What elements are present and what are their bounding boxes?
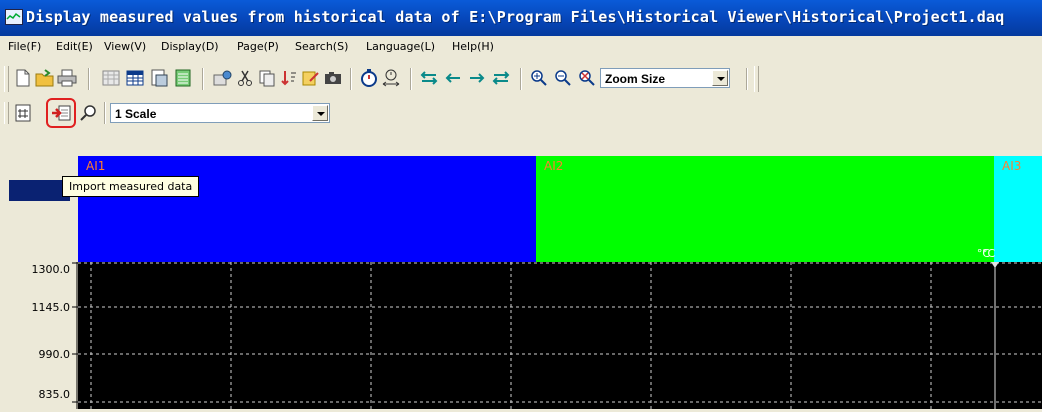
channel-name: AI2 <box>544 159 564 173</box>
menu-bar: File(F) Edit(E) View(V) Display(D) Page(… <box>0 36 1042 59</box>
y-tick-label: 835.0 <box>38 388 71 401</box>
main-toolbar: Zoom Size <box>0 58 1042 99</box>
cursor-marker-icon <box>991 262 999 268</box>
toolbar-separator <box>88 68 90 90</box>
menu-help[interactable]: Help(H) <box>452 40 494 53</box>
zoom-in-icon[interactable] <box>528 67 550 89</box>
camera-icon[interactable] <box>322 67 344 89</box>
plot-area[interactable] <box>78 262 1042 409</box>
channel-name: AI1 <box>86 159 106 173</box>
channel-ai3[interactable]: AI3 °C <box>982 156 1042 262</box>
chart-app-icon <box>5 9 23 25</box>
channel-ai2[interactable]: AI2 °C <box>536 156 994 262</box>
toolbar-separator <box>520 68 522 90</box>
search-icon[interactable] <box>78 102 100 124</box>
window-title: Display measured values from historical … <box>26 8 1005 26</box>
channel-color-swatch <box>9 180 70 201</box>
toolbar-separator <box>202 68 204 90</box>
y-axis-ticks <box>72 262 78 409</box>
y-axis: 1300.0 1145.0 990.0 835.0 <box>0 262 78 409</box>
menu-search[interactable]: Search(S) <box>295 40 348 53</box>
toolbar-grip[interactable] <box>754 66 759 92</box>
menu-view[interactable]: View(V) <box>104 40 146 53</box>
toolbar-grip[interactable] <box>4 66 9 92</box>
cut-icon[interactable] <box>234 67 256 89</box>
list-view-icon[interactable] <box>172 67 194 89</box>
open-folder-icon[interactable] <box>34 67 56 89</box>
toolbar-separator <box>410 68 412 90</box>
y-tick-label: 1300.0 <box>31 263 71 276</box>
scale-value: 1 Scale <box>115 107 157 121</box>
new-file-icon[interactable] <box>12 67 34 89</box>
arrow-right-icon[interactable] <box>466 67 488 89</box>
toolbar-separator <box>104 102 106 124</box>
y-tick-label: 1145.0 <box>31 301 71 314</box>
grid-table-icon[interactable] <box>100 67 122 89</box>
arrow-left-icon[interactable] <box>442 67 464 89</box>
time-span-icon[interactable] <box>380 67 402 89</box>
zoom-size-value: Zoom Size <box>605 72 666 86</box>
copy-data-icon[interactable] <box>256 67 278 89</box>
stopwatch-icon[interactable] <box>358 67 380 89</box>
highlight-annotation <box>46 98 76 128</box>
jump-last-icon[interactable] <box>490 67 512 89</box>
menu-page[interactable]: Page(P) <box>237 40 279 53</box>
chevron-down-icon[interactable] <box>312 105 328 121</box>
channel-setup-icon[interactable] <box>12 102 34 124</box>
secondary-toolbar: 1 Scale <box>0 98 1042 128</box>
jump-first-icon[interactable] <box>418 67 440 89</box>
zoom-size-select[interactable]: Zoom Size <box>600 68 730 88</box>
table-view-icon[interactable] <box>124 67 146 89</box>
print-icon[interactable] <box>56 67 78 89</box>
channel-ai1[interactable]: AI1 <box>78 156 536 262</box>
zoom-out-icon[interactable] <box>552 67 574 89</box>
toolbar-separator <box>746 68 748 90</box>
scale-select[interactable]: 1 Scale <box>110 103 330 123</box>
menu-language[interactable]: Language(L) <box>366 40 435 53</box>
chevron-down-icon[interactable] <box>712 70 728 86</box>
y-tick-label: 990.0 <box>38 348 71 361</box>
report-icon[interactable] <box>148 67 170 89</box>
edit-notes-icon[interactable] <box>300 67 322 89</box>
menu-edit[interactable]: Edit(E) <box>56 40 93 53</box>
sort-icon[interactable] <box>278 67 300 89</box>
menu-file[interactable]: File(F) <box>8 40 41 53</box>
toolbar-grip[interactable] <box>4 102 9 124</box>
plot-grid <box>78 262 1042 409</box>
import-tooltip: Import measured data <box>62 176 200 197</box>
settings-wrench-icon[interactable] <box>212 67 234 89</box>
zoom-reset-icon[interactable] <box>576 67 598 89</box>
toolbar-separator <box>350 68 352 90</box>
menu-display[interactable]: Display(D) <box>161 40 219 53</box>
channel-unit: °C <box>982 247 996 260</box>
channel-name: AI3 <box>1002 159 1022 173</box>
title-bar: Display measured values from historical … <box>0 0 1042 36</box>
